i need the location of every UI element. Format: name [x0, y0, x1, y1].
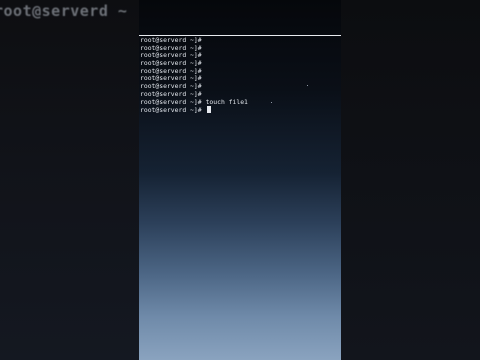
video-frame: root@serverd ~ root@serverd ~]# root@ser… — [0, 0, 480, 360]
terminal-line: root@serverd ~]# touch file1 — [140, 97, 248, 107]
shell-prompt: root@serverd ~]# — [140, 106, 202, 115]
blurred-prompt-title: root@serverd ~ — [0, 2, 128, 20]
screen-speck — [307, 85, 308, 86]
screen-speck — [271, 102, 272, 103]
shell-prompt: root@serverd ~]# — [140, 97, 202, 106]
text-cursor — [206, 106, 211, 114]
terminal-output: root@serverd ~]# root@serverd ~]# root@s… — [140, 36, 248, 114]
blurred-left-pillar: root@serverd ~ — [0, 0, 139, 360]
blurred-right-pillar — [341, 0, 480, 360]
terminal-window[interactable]: root@serverd ~]# root@serverd ~]# root@s… — [139, 0, 341, 360]
typed-command: touch file1 — [205, 97, 248, 106]
terminal-active-line[interactable]: root@serverd ~]# — [140, 106, 248, 114]
